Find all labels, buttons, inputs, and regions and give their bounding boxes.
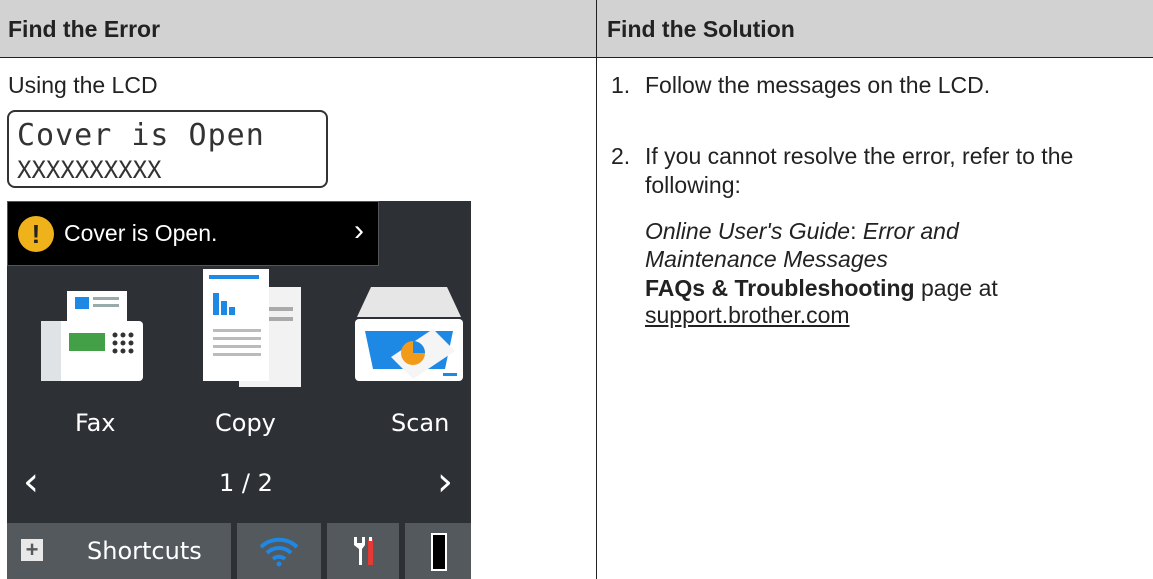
page-indicator: 1 / 2	[219, 469, 273, 497]
shortcuts-label: Shortcuts	[87, 537, 202, 565]
step-1: 1.	[611, 72, 630, 99]
plus-icon: +	[21, 539, 43, 561]
faq-rest-text: page at	[921, 275, 998, 301]
phone-icon	[431, 533, 447, 571]
chevron-right-icon: ›	[354, 214, 364, 247]
step-2-line-2: following:	[645, 172, 741, 198]
touchscreen-lcd: ! Cover is Open. › Fax Copy Scan ‹ 1 / 2…	[7, 201, 471, 579]
wifi-button[interactable]	[237, 523, 321, 579]
prev-page-arrow[interactable]: ‹	[23, 459, 39, 505]
next-page-arrow[interactable]: ›	[437, 459, 453, 505]
header-error-label: Find the Error	[8, 16, 161, 42]
guide-section-line-2: Maintenance Messages	[645, 246, 888, 272]
tools-icon	[354, 537, 373, 565]
faq-line: FAQs & Troubleshooting page at	[645, 275, 998, 302]
warning-icon: !	[18, 216, 54, 252]
scan-label: Scan	[391, 409, 450, 437]
fax-label: Fax	[75, 409, 116, 437]
column-divider	[596, 0, 597, 579]
scan-icon[interactable]	[351, 281, 467, 387]
status-button[interactable]	[405, 523, 471, 579]
using-lcd-label: Using the LCD	[8, 72, 158, 98]
copy-label: Copy	[215, 409, 276, 437]
settings-button[interactable]	[327, 523, 399, 579]
shortcuts-button[interactable]: + Shortcuts	[7, 523, 231, 579]
support-link[interactable]: support.brother.com	[645, 302, 850, 329]
wifi-icon	[259, 537, 299, 567]
text-lcd-display: Cover is Open XXXXXXXXXX	[7, 110, 328, 188]
fax-icon[interactable]	[37, 285, 147, 385]
copy-icon[interactable]	[199, 267, 305, 389]
lcd-line-1: Cover is Open	[17, 118, 265, 153]
guide-section-line-1: Error and	[862, 218, 959, 244]
step-1-number: 1.	[611, 72, 631, 98]
header-solution-label: Find the Solution	[607, 16, 795, 42]
alert-text: Cover is Open.	[64, 220, 218, 246]
lcd-line-2: XXXXXXXXXX	[17, 156, 162, 184]
faq-bold-text: FAQs & Troubleshooting	[645, 275, 915, 301]
step-2-number: 2.	[611, 143, 631, 169]
step-1-text: Follow the messages on the LCD.	[645, 72, 991, 98]
error-solution-table: Find the Error Find the Solution Using t…	[0, 0, 1153, 579]
guide-title: Online User's Guide	[645, 218, 851, 244]
alert-bar[interactable]: ! Cover is Open. ›	[7, 201, 379, 266]
guide-separator: :	[850, 218, 857, 244]
header-find-solution: Find the Solution	[597, 0, 1153, 58]
guide-reference: Online User's Guide: Error and	[645, 218, 959, 245]
header-find-error: Find the Error	[0, 0, 596, 58]
step-2-line-1: If you cannot resolve the error, refer t…	[645, 143, 1074, 169]
